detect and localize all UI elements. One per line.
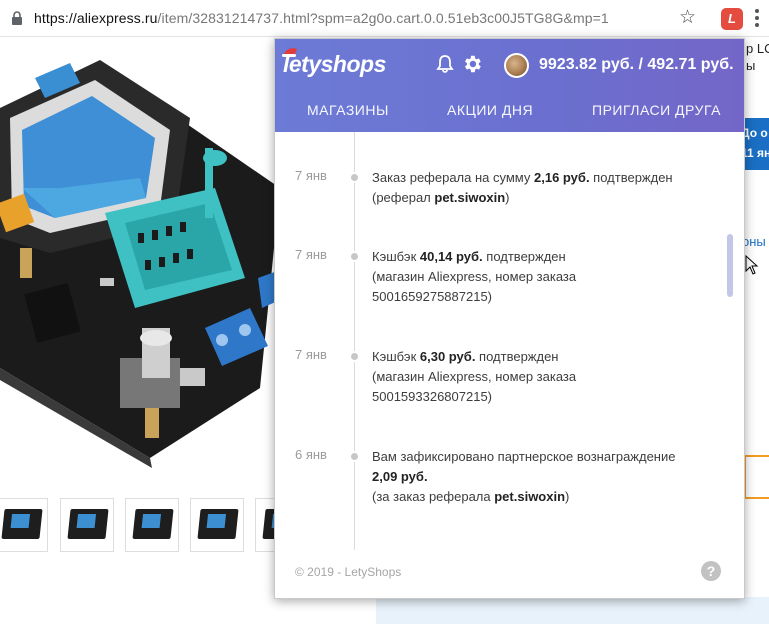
transistor-tester-board-image — [0, 60, 280, 468]
event-date: 6 янв — [295, 447, 327, 462]
timeline-dot — [349, 251, 360, 262]
thumbnail[interactable] — [125, 498, 179, 552]
product-thumbnails — [0, 498, 309, 554]
nav-invite-friend[interactable]: ПРИГЛАСИ ДРУГА — [592, 102, 721, 118]
background-panel — [744, 280, 769, 448]
browser-menu-icon[interactable] — [754, 9, 760, 29]
santa-hat-icon — [282, 48, 297, 57]
letyshops-popup: letyshops 9923.82 руб. / 492.71 руб. МАГ… — [274, 38, 745, 599]
nav-stores[interactable]: МАГАЗИНЫ — [307, 102, 389, 118]
event-text: Кэшбэк 40,14 руб. подтвержден (магазин A… — [372, 249, 577, 304]
promo-line-1: До о — [741, 126, 768, 140]
lock-icon — [12, 11, 22, 25]
star-icon[interactable]: ☆ — [679, 8, 696, 28]
bell-icon[interactable] — [435, 54, 455, 74]
popup-nav: МАГАЗИНЫ АКЦИИ ДНЯ ПРИГЛАСИ ДРУГА — [275, 100, 744, 124]
background-strip — [376, 597, 769, 624]
help-icon[interactable]: ? — [701, 561, 721, 581]
url-host: https://aliexpress.ru — [34, 10, 158, 26]
cashback-balance: 9923.82 руб. / 492.71 руб. — [539, 56, 734, 73]
timeline-dot — [349, 451, 360, 462]
timeline-line — [354, 132, 355, 550]
address-bar[interactable]: https://aliexpress.ru/item/32831214737.h… — [0, 0, 769, 37]
scrollbar-thumb[interactable] — [727, 234, 733, 297]
url-text[interactable]: https://aliexpress.ru/item/32831214737.h… — [34, 10, 609, 26]
promo-line-2: 11 ян — [741, 146, 769, 160]
coupons-link[interactable]: оны — [742, 234, 766, 249]
timeline-dot — [349, 172, 360, 183]
buy-button-edge[interactable] — [744, 455, 769, 499]
nav-deals[interactable]: АКЦИИ ДНЯ — [447, 102, 533, 118]
event-text: Заказ реферала на сумму 2,16 руб. подтве… — [372, 170, 673, 205]
user-avatar[interactable] — [504, 53, 529, 78]
event-text: Кэшбэк 6,30 руб. подтвержден (магазин Al… — [372, 349, 577, 404]
thumbnail[interactable] — [60, 498, 114, 552]
product-image[interactable] — [0, 38, 280, 488]
product-title-fragment-2: ы — [746, 58, 756, 73]
event-text: Вам зафиксировано партнерское вознагражд… — [372, 449, 676, 504]
letyshops-logo[interactable]: letyshops — [282, 48, 386, 78]
popup-header: letyshops 9923.82 руб. / 492.71 руб. МАГ… — [275, 39, 744, 132]
url-path: /item/32831214737.html?spm=a2g0o.cart.0.… — [157, 10, 609, 26]
browser-window: https://aliexpress.ru/item/32831214737.h… — [0, 0, 769, 624]
thumbnail[interactable] — [0, 498, 48, 552]
gear-icon[interactable] — [461, 53, 483, 75]
popup-footer: © 2019 - LetyShops — [295, 565, 402, 579]
thumbnail[interactable] — [190, 498, 244, 552]
product-title-fragment: р LC — [746, 41, 769, 56]
timeline-dot — [349, 351, 360, 362]
event-date: 7 янв — [295, 347, 327, 362]
mouse-cursor-icon — [745, 255, 759, 275]
event-date: 7 янв — [295, 168, 327, 183]
event-date: 7 янв — [295, 247, 327, 262]
letyshops-extension-button[interactable]: L — [721, 8, 743, 30]
